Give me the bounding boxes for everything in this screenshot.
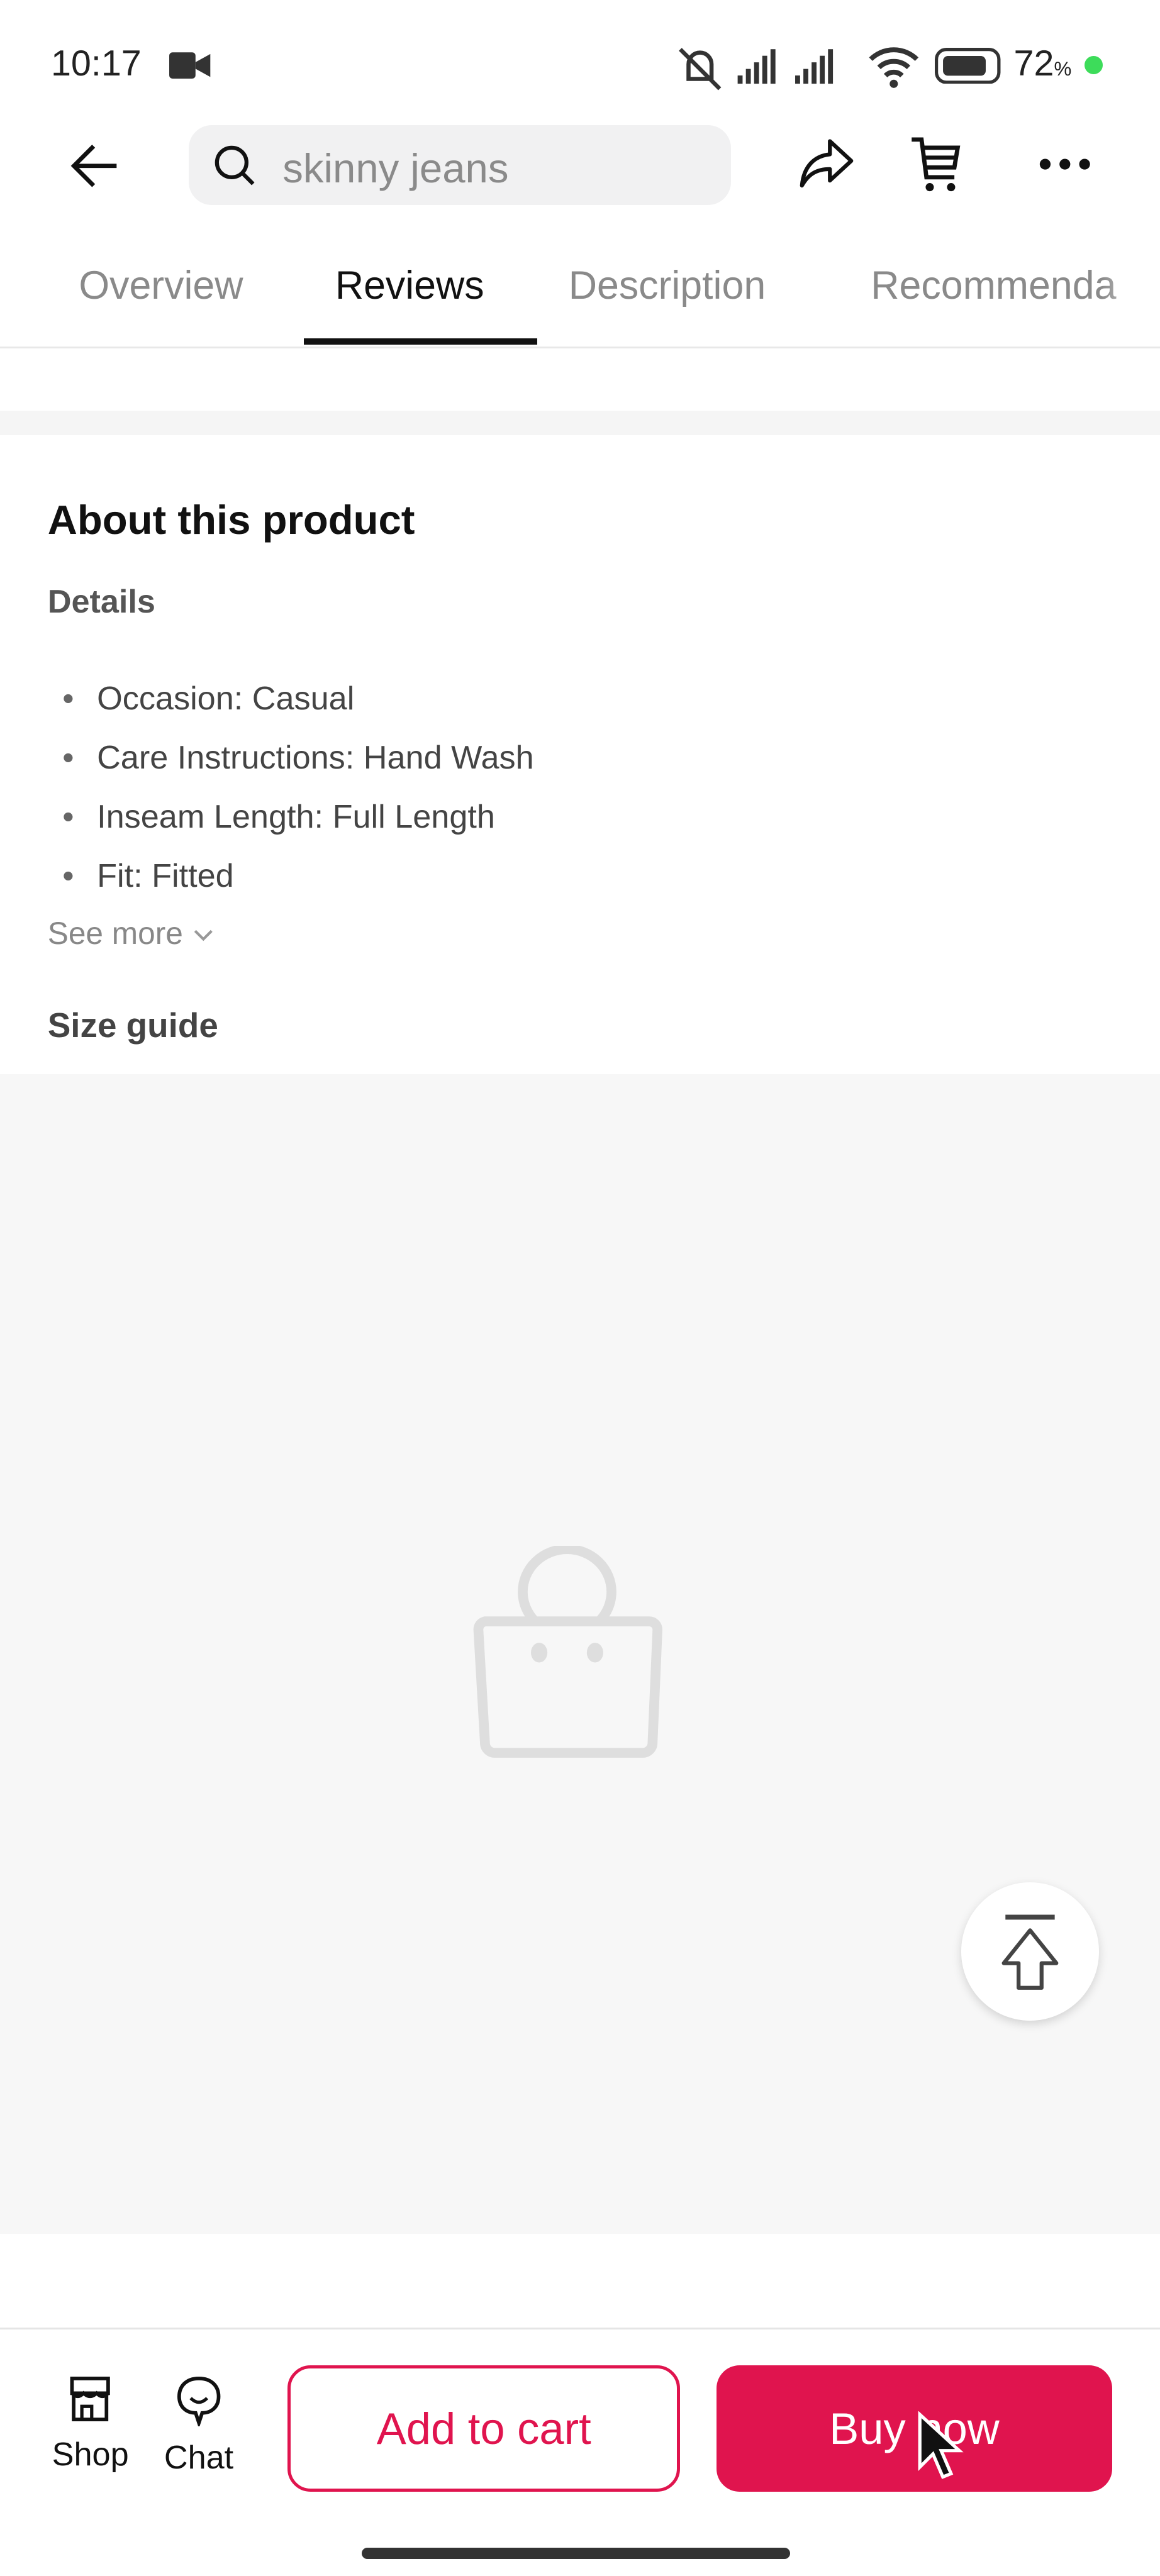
- search-placeholder: skinny jeans: [282, 145, 509, 191]
- tabs-divider: [0, 347, 1160, 348]
- buy-now-button[interactable]: Buy now: [716, 2365, 1113, 2492]
- cart-icon: [912, 137, 961, 192]
- status-bar: 10:17 72%: [0, 36, 1160, 95]
- search-input[interactable]: skinny jeans: [189, 125, 732, 206]
- home-indicator[interactable]: [361, 2548, 791, 2560]
- battery-level: 72%: [1013, 43, 1072, 84]
- back-arrow-icon: [70, 145, 117, 187]
- tab-recommendations[interactable]: Recommenda: [871, 263, 1160, 308]
- screen: 10:17 72% skinny jeans Overview Reviews …: [0, 0, 1160, 2576]
- shop-label: Shop: [52, 2436, 129, 2473]
- share-button[interactable]: [794, 131, 859, 197]
- tab-overview[interactable]: Overview: [79, 263, 243, 308]
- mouse-cursor-icon: [918, 2411, 964, 2480]
- share-icon: [800, 139, 854, 188]
- back-button[interactable]: [62, 135, 125, 197]
- more-icon: [1039, 158, 1090, 170]
- section-separator: [0, 410, 1160, 436]
- chevron-down-icon: [194, 930, 213, 941]
- see-more-link[interactable]: See more: [48, 915, 215, 952]
- detail-item: • Inseam Length: Full Length: [62, 799, 495, 836]
- arrow-to-top-icon: [1001, 1914, 1059, 1990]
- battery-icon: [935, 47, 1001, 84]
- bottom-bar-divider: [0, 2328, 1160, 2329]
- detail-item: • Care Instructions: Hand Wash: [62, 740, 534, 777]
- detail-item: • Occasion: Casual: [62, 680, 355, 718]
- tab-description[interactable]: Description: [569, 263, 766, 308]
- privacy-dot: [1084, 55, 1103, 74]
- details-heading: Details: [47, 584, 155, 621]
- wifi-icon: [869, 47, 919, 88]
- add-to-cart-button[interactable]: Add to cart: [287, 2365, 681, 2492]
- shop-button[interactable]: Shop: [41, 2373, 140, 2473]
- active-tab-indicator: [304, 338, 538, 345]
- cart-button[interactable]: [904, 131, 969, 197]
- size-guide-heading: Size guide: [47, 1006, 218, 1045]
- tab-reviews[interactable]: Reviews: [335, 263, 484, 308]
- mute-icon: [679, 48, 722, 91]
- chat-icon: [177, 2377, 221, 2429]
- shop-icon: [70, 2377, 111, 2422]
- signal-icon: [737, 49, 834, 84]
- more-button[interactable]: [1032, 135, 1097, 194]
- detail-item: • Fit: Fitted: [62, 858, 234, 895]
- status-time: 10:17: [50, 43, 142, 84]
- shopping-bag-icon: [473, 1545, 662, 1758]
- search-icon: [215, 145, 255, 186]
- chat-label: Chat: [164, 2440, 234, 2477]
- screen-record-icon: [169, 52, 211, 79]
- scroll-to-top-button[interactable]: [961, 1882, 1100, 2021]
- about-title: About this product: [47, 496, 415, 543]
- chat-button[interactable]: Chat: [150, 2373, 248, 2477]
- size-guide-image-placeholder: [0, 1074, 1160, 2235]
